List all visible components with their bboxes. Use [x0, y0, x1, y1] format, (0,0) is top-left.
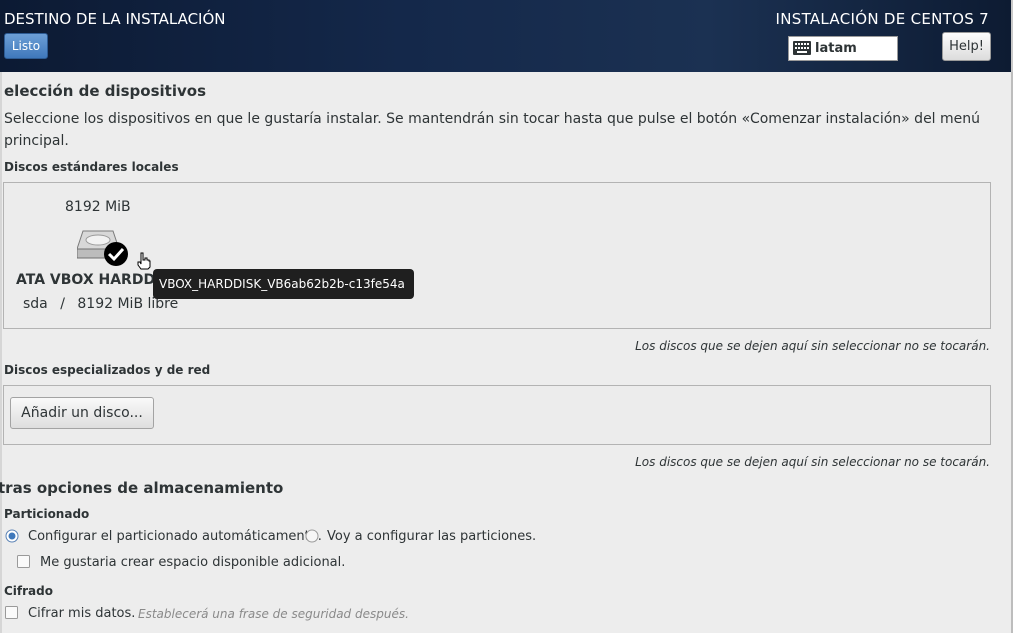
header-bar: DESTINO DE LA INSTALACIÓN Listo INSTALAC…: [0, 0, 1013, 72]
manual-partition-label[interactable]: Voy a configurar las particiones.: [327, 529, 536, 544]
local-disks-heading: Discos estándares locales: [4, 160, 179, 174]
encryption-heading: Cifrado: [4, 584, 53, 598]
disk-separator: /: [60, 296, 65, 312]
disk-tooltip: VBOX_HARDDISK_VB6ab62b2b-c13fe54a: [153, 269, 414, 299]
network-disks-note: Los discos que se dejen aquí sin selecci…: [635, 455, 990, 469]
checkmark-icon: [104, 242, 128, 266]
keyboard-layout-indicator[interactable]: latam: [788, 36, 898, 61]
product-title: INSTALACIÓN DE CENTOS 7: [775, 10, 989, 28]
intro-text: Seleccione los dispositivos en que le gu…: [4, 111, 981, 149]
encrypt-hint: Establecerá una frase de seguridad despu…: [138, 607, 409, 621]
network-disks-heading: Discos especializados y de red: [4, 363, 211, 377]
manual-partition-radio[interactable]: [305, 529, 319, 547]
checkbox-icon: [5, 606, 18, 619]
spoke-title: DESTINO DE LA INSTALACIÓN: [4, 10, 226, 28]
hand-cursor-icon: [137, 252, 151, 270]
other-options-heading: tras opciones de almacenamiento: [0, 479, 284, 497]
local-disks-frame: 8192 MiB ATA VBOX HARDD sda / 8192 MiB l…: [3, 182, 991, 329]
local-disks-note: Los discos que se dejen aquí sin selecci…: [635, 339, 990, 353]
disk-device: sda: [23, 296, 48, 312]
auto-partition-label[interactable]: Configurar el particionado automáticamen…: [28, 529, 322, 544]
add-disk-button[interactable]: Añadir un disco...: [10, 397, 154, 429]
left-border: [0, 72, 2, 633]
encrypt-label[interactable]: Cifrar mis datos.: [28, 606, 135, 621]
disk-size: 8192 MiB: [65, 199, 131, 215]
extra-space-label[interactable]: Me gustaria crear espacio disponible adi…: [40, 555, 345, 570]
encrypt-checkbox[interactable]: [5, 606, 18, 623]
auto-partition-radio[interactable]: [5, 529, 19, 547]
device-selection-heading: elección de dispositivos: [4, 82, 206, 100]
done-button[interactable]: Listo: [4, 33, 48, 59]
help-button[interactable]: Help!: [942, 32, 991, 61]
keyboard-icon: [793, 41, 811, 59]
radio-unselected-icon: [305, 529, 319, 543]
partitioning-heading: Particionado: [4, 507, 90, 521]
disk-name: ATA VBOX HARDD: [16, 272, 156, 288]
radio-selected-icon: [5, 529, 19, 543]
checkbox-icon: [17, 555, 30, 568]
keyboard-layout-label: latam: [815, 41, 857, 56]
extra-space-checkbox[interactable]: [17, 555, 30, 572]
